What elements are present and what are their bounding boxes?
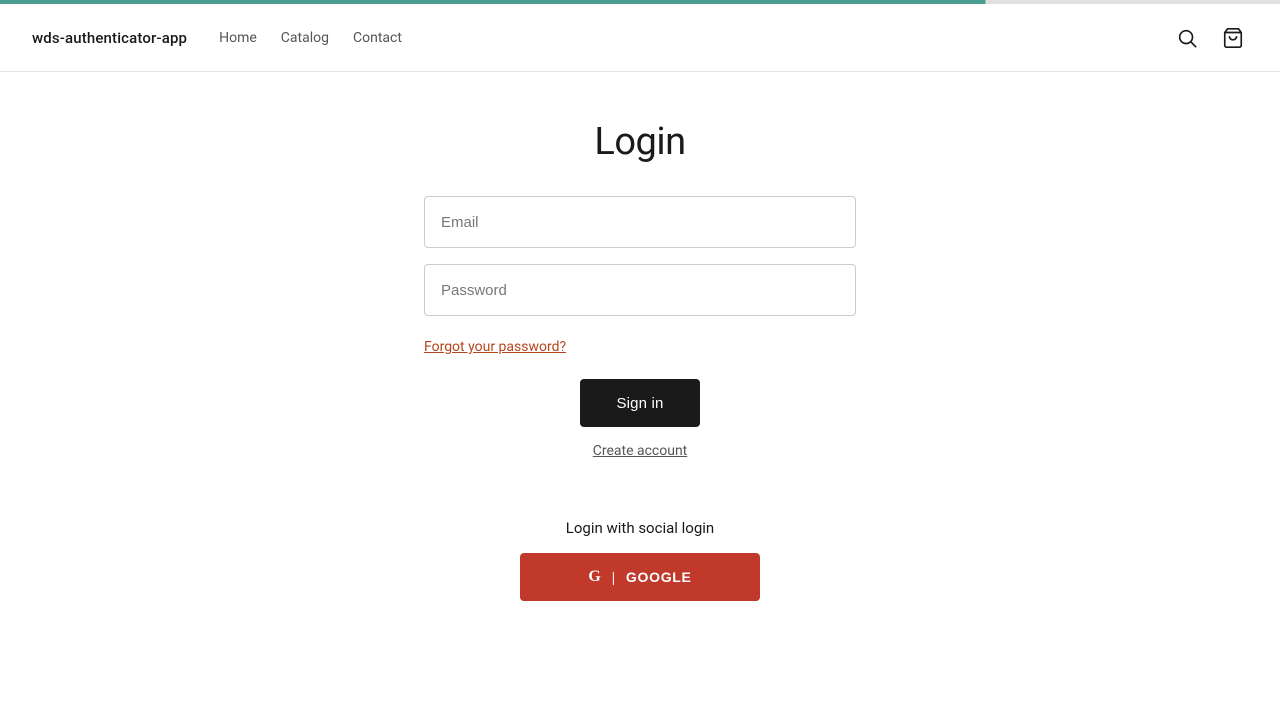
nav-links: Home Catalog Contact [219,30,402,46]
header-left: wds-authenticator-app Home Catalog Conta… [32,29,402,47]
main-content: Login Forgot your password? Sign in Crea… [0,72,1280,601]
nav-contact[interactable]: Contact [353,30,402,46]
cart-button[interactable] [1218,23,1248,53]
header-right [1172,23,1248,53]
login-form-container: Forgot your password? Sign in Create acc… [424,196,856,601]
page-title: Login [594,120,685,164]
forgot-password-link[interactable]: Forgot your password? [424,339,566,355]
create-account-link[interactable]: Create account [593,443,688,459]
nav-home[interactable]: Home [219,30,257,46]
password-input[interactable] [424,264,856,316]
google-g-icon: G [588,568,601,586]
nav-catalog[interactable]: Catalog [281,30,329,46]
search-icon [1176,27,1198,49]
cart-icon [1222,27,1244,49]
email-field-wrapper [424,196,856,248]
forgot-password-wrapper: Forgot your password? [424,336,856,355]
social-login-section: Login with social login G | GOOGLE [520,519,760,601]
social-login-label: Login with social login [566,519,714,537]
header: wds-authenticator-app Home Catalog Conta… [0,4,1280,72]
google-login-button[interactable]: G | GOOGLE [520,553,760,601]
google-label: GOOGLE [626,569,692,585]
brand-name: wds-authenticator-app [32,29,187,47]
email-input[interactable] [424,196,856,248]
search-button[interactable] [1172,23,1202,53]
sign-in-button[interactable]: Sign in [580,379,700,427]
password-field-wrapper [424,264,856,316]
